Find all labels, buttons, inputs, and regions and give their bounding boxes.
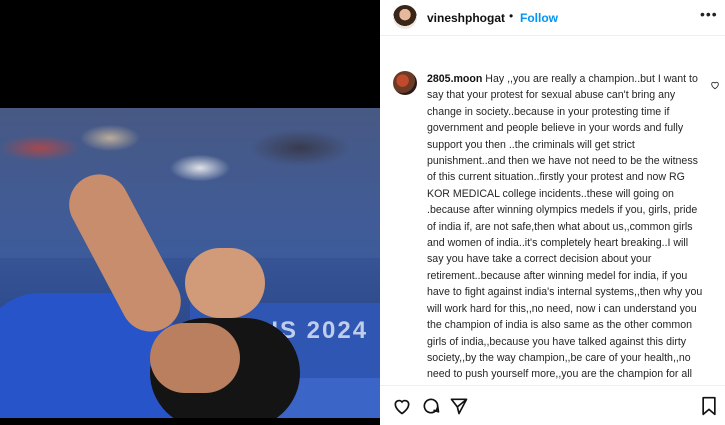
post-header: vineshphogat • Follow ••• (380, 0, 725, 36)
bookmark-icon[interactable] (700, 396, 718, 421)
post-side-panel: vineshphogat • Follow ••• 2805.moon Hay … (380, 0, 725, 425)
heart-icon[interactable] (392, 396, 412, 421)
share-icon[interactable] (449, 396, 469, 421)
header-separator: • (509, 9, 514, 23)
photo-athlete-hand (185, 248, 265, 318)
author-username[interactable]: vineshphogat (427, 11, 505, 25)
comment-icon[interactable] (421, 396, 441, 421)
comment-like-icon[interactable] (710, 80, 720, 93)
photo-athlete-face (150, 323, 240, 393)
commenter-avatar[interactable] (393, 71, 417, 95)
post-actions (380, 385, 725, 425)
author-avatar[interactable] (393, 5, 417, 29)
photo-background (0, 108, 380, 258)
follow-button[interactable]: Follow (520, 11, 558, 25)
comment-body: 2805.moon Hay ,,you are really a champio… (427, 71, 703, 385)
comments-list[interactable]: 2805.moon Hay ,,you are really a champio… (380, 60, 725, 385)
comment-author[interactable]: 2805.moon (427, 73, 482, 85)
post-media[interactable]: RIS 2024 (0, 0, 380, 425)
more-options-icon[interactable]: ••• (700, 6, 718, 22)
comment-text: Hay ,,you are really a champion..but I w… (427, 73, 703, 385)
post-photo: RIS 2024 (0, 108, 380, 418)
